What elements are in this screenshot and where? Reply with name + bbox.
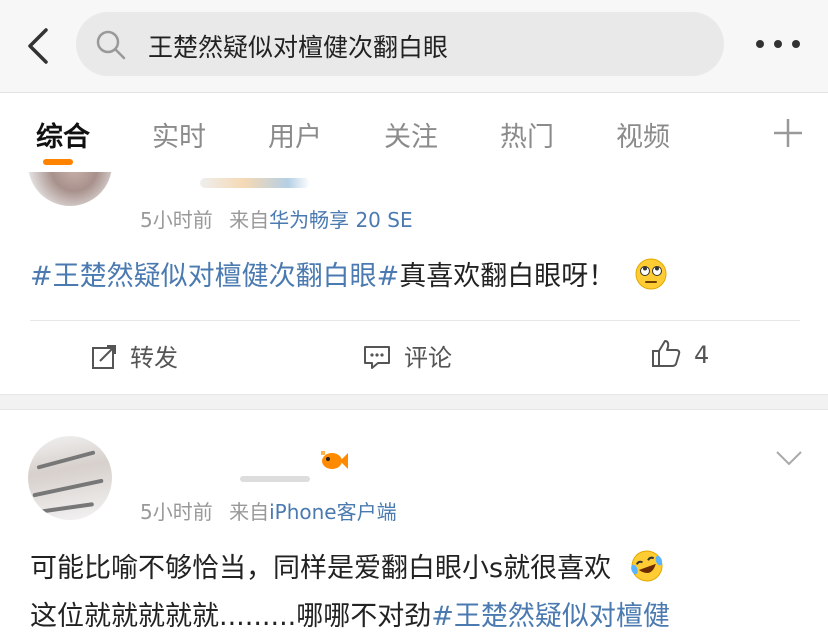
tab-users[interactable]: 用户 bbox=[268, 115, 322, 154]
comment-icon bbox=[364, 346, 390, 369]
search-query-text: 王楚然疑似对檀健次翻白眼 bbox=[148, 33, 449, 62]
laugh-cry-emoji bbox=[630, 550, 663, 582]
post-text: 可能比喻不够恰当，同样是爱翻白眼小s就很喜欢 bbox=[30, 553, 612, 584]
back-arrow-icon[interactable] bbox=[22, 26, 56, 66]
active-tab-indicator bbox=[43, 159, 73, 165]
from-label: 来自 bbox=[229, 500, 270, 524]
tab-following[interactable]: 关注 bbox=[384, 115, 438, 154]
post-meta: 5小时前 来自华为畅享 20 SE bbox=[140, 204, 413, 233]
tab-realtime[interactable]: 实时 bbox=[152, 115, 206, 154]
tab-video[interactable]: 视频 bbox=[616, 115, 670, 154]
add-tab-icon[interactable] bbox=[772, 117, 804, 149]
from-label: 来自 bbox=[229, 208, 270, 232]
more-options-icon[interactable] bbox=[754, 36, 802, 52]
repost-label: 转发 bbox=[130, 344, 178, 372]
post-time: 5小时前 bbox=[140, 500, 213, 524]
comment-button[interactable]: 评论 bbox=[362, 338, 452, 373]
username-redacted bbox=[240, 476, 310, 482]
post-time: 5小时前 bbox=[140, 208, 213, 232]
repost-button[interactable]: 转发 bbox=[90, 338, 178, 373]
hashtag-link[interactable]: #王楚然疑似对檀健次翻白眼# bbox=[30, 261, 399, 292]
post-text-line-2: 这位就就就就就.........哪哪不对劲#王楚然疑似对檀健 bbox=[30, 594, 670, 633]
search-icon bbox=[96, 30, 126, 60]
search-field[interactable]: 王楚然疑似对檀健次翻白眼 bbox=[76, 12, 724, 76]
post-card[interactable]: 5小时前 来自华为畅享 20 SE #王楚然疑似对檀健次翻白眼#真喜欢翻白眼呀！… bbox=[0, 172, 828, 394]
post-meta: 5小时前 来自iPhone客户端 bbox=[140, 496, 397, 525]
post-source[interactable]: iPhone客户端 bbox=[269, 500, 397, 524]
thumbs-up-icon bbox=[652, 340, 681, 367]
fish-badge-icon bbox=[321, 451, 348, 469]
like-button[interactable]: 4 bbox=[650, 338, 709, 369]
tab-comprehensive[interactable]: 综合 bbox=[36, 115, 90, 154]
post-card[interactable]: 5小时前 来自iPhone客户端 可能比喻不够恰当，同样是爱翻白眼小s就很喜欢 … bbox=[0, 410, 828, 642]
username-redacted bbox=[200, 178, 310, 188]
post-source[interactable]: 华为畅享 20 SE bbox=[269, 208, 413, 232]
repost-icon bbox=[92, 345, 116, 369]
feed-separator bbox=[0, 394, 828, 410]
top-bar: 王楚然疑似对檀健次翻白眼 bbox=[0, 0, 828, 92]
tab-hot[interactable]: 热门 bbox=[500, 115, 554, 154]
like-count: 4 bbox=[694, 341, 710, 369]
avatar[interactable] bbox=[28, 172, 112, 206]
post-text: 这位就就就就就.........哪哪不对劲 bbox=[30, 601, 432, 632]
avatar[interactable] bbox=[28, 436, 112, 520]
eye-roll-emoji bbox=[635, 258, 667, 290]
comment-label: 评论 bbox=[404, 344, 452, 372]
tab-bar: 综合 实时 用户 关注 热门 视频 bbox=[0, 92, 828, 172]
hashtag-link[interactable]: #王楚然疑似对檀健 bbox=[431, 601, 670, 632]
chevron-down-icon[interactable] bbox=[774, 448, 804, 468]
post-text-line-1: 可能比喻不够恰当，同样是爱翻白眼小s就很喜欢 bbox=[30, 546, 664, 585]
divider bbox=[30, 320, 800, 321]
post-body: #王楚然疑似对檀健次翻白眼#真喜欢翻白眼呀！ bbox=[30, 254, 668, 293]
post-text: 真喜欢翻白眼呀！ bbox=[399, 261, 616, 292]
